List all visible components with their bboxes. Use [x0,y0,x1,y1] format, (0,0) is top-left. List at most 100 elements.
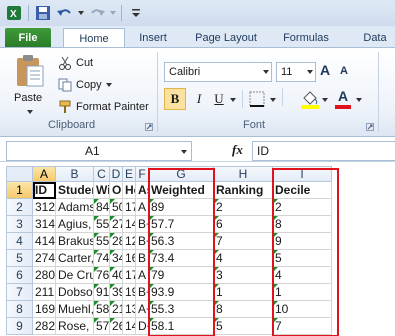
table-cell[interactable]: 1 [214,284,273,301]
font-size-select[interactable]: 11 [276,62,316,82]
row-header[interactable]: 9 [6,318,33,335]
row-header[interactable]: 8 [6,301,33,318]
name-box-dropdown-icon[interactable] [181,149,187,155]
redo-dropdown-icon[interactable] [109,3,117,23]
save-icon[interactable] [33,3,53,23]
tab-page-layout[interactable]: Page Layout [190,28,262,48]
table-cell[interactable]: 12 [123,233,136,250]
fill-color-dropdown-icon[interactable] [322,97,328,103]
tab-file[interactable]: File [5,28,51,48]
table-cell[interactable]: 73.4 [149,250,214,267]
borders-dropdown-icon[interactable] [270,97,276,103]
underline-button[interactable]: U [208,88,230,110]
formula-input[interactable]: ID [252,141,395,161]
row-header[interactable]: 5 [6,250,33,267]
table-cell[interactable]: Muehl, Kri [56,301,94,318]
table-cell[interactable]: 7 [214,233,273,250]
table-cell[interactable]: Adamski, A [56,199,94,216]
row-header[interactable]: 3 [6,216,33,233]
column-header[interactable]: B [56,166,94,182]
table-cell[interactable]: 91 [94,284,110,301]
table-cell[interactable]: 17 [123,199,136,216]
excel-logo-icon[interactable]: X [4,3,24,23]
header-cell[interactable]: Wi [94,182,110,199]
table-cell[interactable]: 169 [33,301,56,318]
column-header[interactable]: F [136,166,149,182]
table-cell[interactable]: 93.9 [149,284,214,301]
row-header[interactable]: 4 [6,233,33,250]
table-cell[interactable]: 55 [94,233,110,250]
table-cell[interactable]: 79 [149,267,214,284]
table-cell[interactable]: 13 [123,301,136,318]
table-cell[interactable]: B [136,250,149,267]
copy-button[interactable]: Copy [58,76,112,94]
shrink-font-button[interactable]: A [340,65,356,83]
table-cell[interactable]: 21 [110,301,123,318]
table-cell[interactable]: D+ [136,318,149,335]
column-header[interactable]: E [123,166,136,182]
table-cell[interactable]: 10 [273,301,332,318]
column-header[interactable]: I [273,166,332,182]
table-cell[interactable]: 8 [273,216,332,233]
table-cell[interactable]: 3 [214,267,273,284]
header-cell[interactable]: Weighted [149,182,214,199]
table-cell[interactable]: 57 [94,318,110,335]
table-cell[interactable]: 8 [214,301,273,318]
table-cell[interactable]: Rose, Reb [56,318,94,335]
table-cell[interactable]: 39 [110,284,123,301]
table-cell[interactable]: 4 [214,250,273,267]
column-header[interactable]: G [149,166,214,182]
name-box[interactable]: A1 [6,141,192,161]
paste-button[interactable]: Paste [8,54,52,114]
borders-button[interactable] [248,90,268,110]
table-cell[interactable]: 5 [214,318,273,335]
cut-button[interactable]: Cut [58,54,93,72]
font-color-button[interactable]: A [333,88,353,110]
header-cell[interactable]: Decile [273,182,332,199]
table-cell[interactable]: 74 [94,250,110,267]
table-cell[interactable]: 14 [123,318,136,335]
table-cell[interactable]: 280 [33,267,56,284]
header-cell[interactable]: Student [56,182,94,199]
format-painter-button[interactable]: Format Painter [58,98,149,116]
table-cell[interactable]: 4 [273,267,332,284]
table-cell[interactable]: 19 [123,284,136,301]
row-header[interactable]: 1 [6,182,33,199]
table-cell[interactable]: 14 [123,216,136,233]
table-cell[interactable]: 312 [33,199,56,216]
table-cell[interactable]: 56.3 [149,233,214,250]
table-cell[interactable]: 76 [94,267,110,284]
table-cell[interactable]: Carter, Ma [56,250,94,267]
row-header[interactable]: 2 [6,199,33,216]
table-cell[interactable]: B+ [136,233,149,250]
table-cell[interactable]: 2 [273,199,332,216]
table-cell[interactable]: 84 [94,199,110,216]
table-cell[interactable]: 28 [110,233,123,250]
header-cell[interactable]: Ho [123,182,136,199]
table-cell[interactable]: 34 [110,250,123,267]
customize-qat-icon[interactable] [126,3,146,23]
font-color-dropdown-icon[interactable] [356,97,362,103]
row-header[interactable]: 6 [6,267,33,284]
clipboard-launcher-icon[interactable] [145,123,153,131]
table-cell[interactable]: 40 [110,267,123,284]
undo-icon[interactable] [55,3,75,23]
table-cell[interactable]: 89 [149,199,214,216]
tab-home[interactable]: Home [63,28,125,48]
tab-data[interactable]: Data [355,28,395,48]
undo-dropdown-icon[interactable] [77,3,85,23]
column-header[interactable]: A [33,166,56,182]
table-cell[interactable]: 6 [214,216,273,233]
table-cell[interactable]: 50 [110,199,123,216]
table-cell[interactable]: 211 [33,284,56,301]
table-cell[interactable]: Brakus, St [56,233,94,250]
table-cell[interactable]: 414 [33,233,56,250]
font-launcher-icon[interactable] [366,123,374,131]
tab-insert[interactable]: Insert [130,28,176,48]
table-cell[interactable]: 16 [123,250,136,267]
table-cell[interactable]: 55.3 [149,301,214,318]
table-cell[interactable]: 7 [273,318,332,335]
column-header[interactable]: D [110,166,123,182]
table-cell[interactable]: 26 [110,318,123,335]
table-cell[interactable]: Dobson, A [56,284,94,301]
